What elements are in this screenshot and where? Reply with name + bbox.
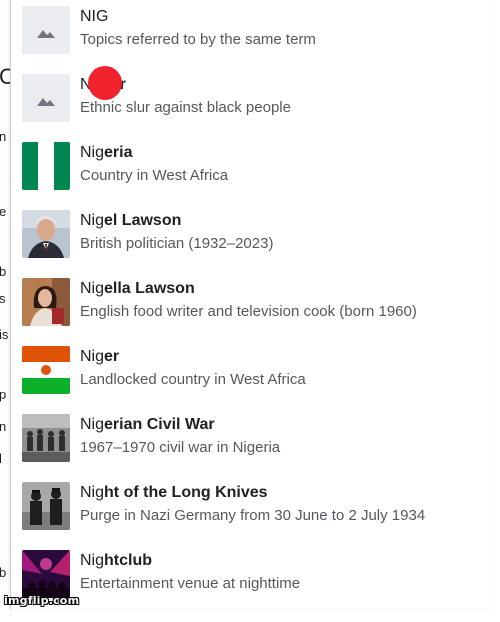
suggestion-item[interactable]: Night of the Long Knives Purge in Nazi G… bbox=[11, 482, 493, 554]
portrait-photo bbox=[22, 278, 70, 326]
suggestion-title: Nigel Lawson bbox=[80, 212, 182, 229]
background-text: l bbox=[0, 451, 2, 466]
suggestion-item[interactable]: Nigella Lawson English food writer and t… bbox=[11, 278, 493, 350]
imgflip-watermark: imgflip.com bbox=[4, 594, 80, 607]
placeholder-image-icon bbox=[22, 74, 70, 122]
search-suggestions-dropdown: NIG Topics referred to by the same term … bbox=[10, 0, 493, 609]
suggestion-item[interactable]: Nightclub Entertainment venue at nightti… bbox=[11, 550, 493, 622]
suggestion-item[interactable]: Nr Ethnic slur against black people bbox=[11, 74, 493, 146]
suggestion-description: English food writer and television cook … bbox=[80, 303, 417, 320]
nightclub-photo bbox=[22, 550, 70, 598]
suggestion-item[interactable]: NIG Topics referred to by the same term bbox=[11, 6, 493, 78]
background-text: s bbox=[0, 291, 6, 306]
suggestion-description: Landlocked country in West Africa bbox=[80, 371, 306, 388]
background-text: b bbox=[0, 565, 7, 580]
suggestion-title: Nigeria bbox=[80, 144, 133, 161]
suggestion-title: Nr bbox=[80, 76, 126, 93]
historical-photo bbox=[22, 482, 70, 530]
suggestion-title: Niger bbox=[80, 348, 120, 365]
suggestion-item[interactable]: Niger Landlocked country in West Africa bbox=[11, 346, 493, 418]
placeholder-image-icon bbox=[22, 6, 70, 54]
background-text: e bbox=[0, 204, 7, 219]
background-text: n bbox=[0, 419, 7, 434]
suggestion-title: NIG bbox=[80, 8, 109, 25]
suggestion-item[interactable]: Nigeria Country in West Africa bbox=[11, 142, 493, 214]
background-text: b bbox=[0, 264, 7, 279]
suggestion-description: Ethnic slur against black people bbox=[80, 99, 291, 116]
portrait-photo bbox=[22, 210, 70, 258]
suggestion-title: Nightclub bbox=[80, 552, 153, 569]
background-text: n bbox=[0, 129, 7, 144]
niger-flag-icon bbox=[22, 346, 70, 394]
war-photo bbox=[22, 414, 70, 462]
suggestion-description: Purge in Nazi Germany from 30 June to 2 … bbox=[80, 507, 426, 524]
suggestion-item[interactable]: Nigel Lawson British politician (1932–20… bbox=[11, 210, 493, 282]
suggestion-item[interactable]: Nigerian Civil War 1967–1970 civil war i… bbox=[11, 414, 493, 486]
suggestion-description: Country in West Africa bbox=[80, 167, 229, 184]
suggestion-description: British politician (1932–2023) bbox=[80, 235, 274, 252]
suggestion-title: Night of the Long Knives bbox=[80, 484, 268, 501]
suggestion-description: Topics referred to by the same term bbox=[80, 31, 316, 48]
background-text: is bbox=[0, 327, 9, 342]
background-text: p bbox=[0, 387, 7, 402]
nigeria-flag-icon bbox=[22, 142, 70, 190]
suggestion-title: Nigerian Civil War bbox=[80, 416, 215, 433]
suggestion-title: Nigella Lawson bbox=[80, 280, 195, 297]
suggestion-description: Entertainment venue at nighttime bbox=[80, 575, 301, 592]
redaction-circle bbox=[88, 66, 122, 100]
suggestion-description: 1967–1970 civil war in Nigeria bbox=[80, 439, 281, 456]
